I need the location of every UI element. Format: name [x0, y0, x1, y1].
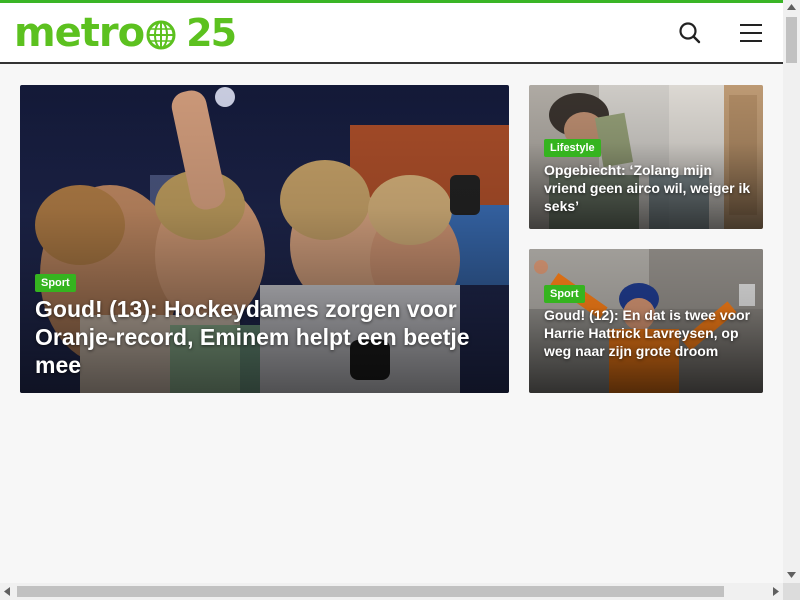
scroll-down-arrow-icon[interactable] — [787, 572, 796, 578]
metro-logo[interactable]: metro 25 — [14, 10, 237, 56]
category-tag[interactable]: Lifestyle — [544, 139, 601, 157]
vertical-scrollbar-thumb[interactable] — [786, 17, 797, 63]
page-viewport: metro 25 Sport Goud! (13): Hockeydames z… — [0, 0, 783, 583]
horizontal-scrollbar[interactable] — [0, 583, 783, 600]
side-article-card-1[interactable]: Lifestyle Opgebiecht: ‘Zolang mijn vrien… — [529, 85, 763, 229]
scroll-left-arrow-icon[interactable] — [4, 587, 10, 596]
search-icon[interactable] — [677, 20, 703, 46]
category-tag[interactable]: Sport — [35, 274, 76, 292]
hamburger-menu-icon[interactable] — [738, 20, 764, 46]
scroll-up-arrow-icon[interactable] — [787, 4, 796, 10]
horizontal-scrollbar-thumb[interactable] — [17, 586, 724, 597]
side-article-card-2[interactable]: Sport Goud! (12): En dat is twee voor Ha… — [529, 249, 763, 393]
site-header: metro 25 — [0, 3, 783, 64]
globe-icon — [146, 20, 176, 50]
main-article-card[interactable]: Sport Goud! (13): Hockeydames zorgen voo… — [20, 85, 509, 393]
vertical-scrollbar[interactable] — [783, 0, 800, 583]
side-article-title-1[interactable]: Opgebiecht: ‘Zolang mijn vriend geen air… — [544, 161, 754, 215]
main-article-title[interactable]: Goud! (13): Hockeydames zorgen voor Oran… — [35, 295, 495, 379]
scrollbar-corner — [783, 583, 800, 600]
logo-wordmark: metro — [14, 10, 145, 56]
scroll-right-arrow-icon[interactable] — [773, 587, 779, 596]
category-tag[interactable]: Sport — [544, 285, 585, 303]
logo-anniversary-number: 25 — [186, 11, 237, 55]
side-article-title-2[interactable]: Goud! (12): En dat is twee voor Harrie H… — [544, 306, 756, 360]
